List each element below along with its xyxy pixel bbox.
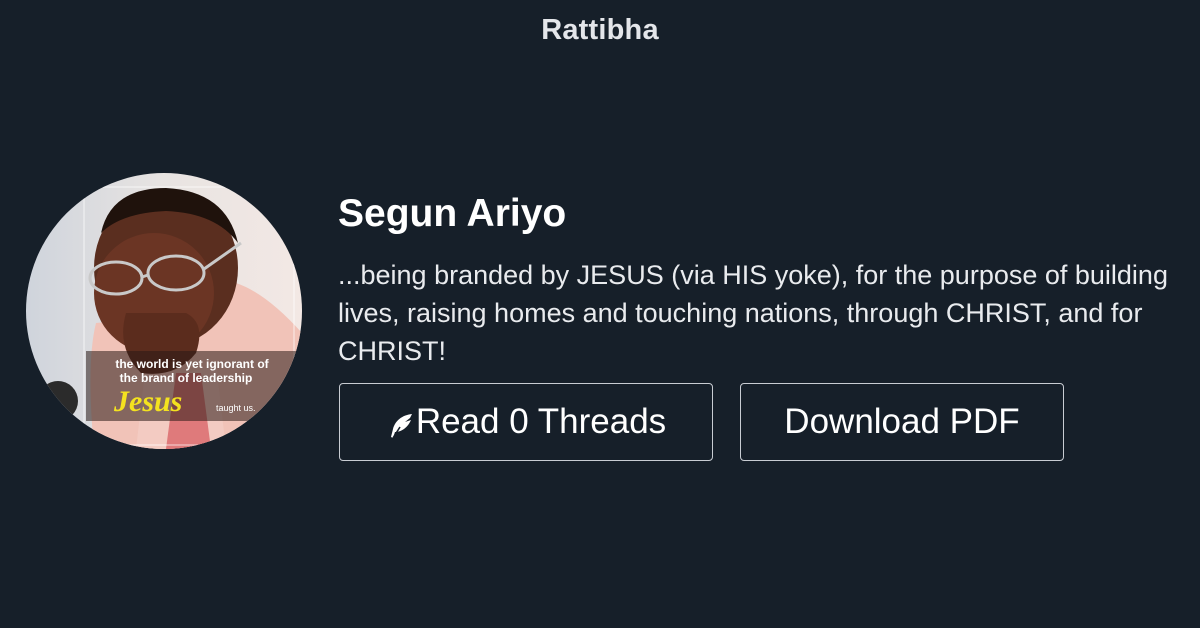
- avatar-image: the world is yet ignorant of the brand o…: [26, 173, 302, 449]
- profile-avatar: the world is yet ignorant of the brand o…: [26, 173, 302, 449]
- read-threads-label: Read 0 Threads: [415, 402, 667, 441]
- avatar-caption-jesus: Jesus: [113, 385, 182, 418]
- download-pdf-label: Download PDF: [784, 402, 1020, 441]
- feather-icon: [386, 410, 416, 440]
- profile-name: Segun Ariyo: [338, 192, 567, 235]
- profile-bio: ...being branded by JESUS (via HIS yoke)…: [338, 260, 1168, 366]
- download-pdf-button[interactable]: Download PDF: [740, 383, 1064, 461]
- avatar-caption-line1: the world is yet ignorant of: [115, 357, 269, 371]
- avatar-caption-line2: the brand of leadership: [120, 371, 253, 385]
- avatar-caption-line4: taught us.: [216, 403, 256, 413]
- read-threads-button[interactable]: Read 0 Threads: [339, 383, 713, 461]
- site-brand[interactable]: Rattibha: [0, 14, 1200, 47]
